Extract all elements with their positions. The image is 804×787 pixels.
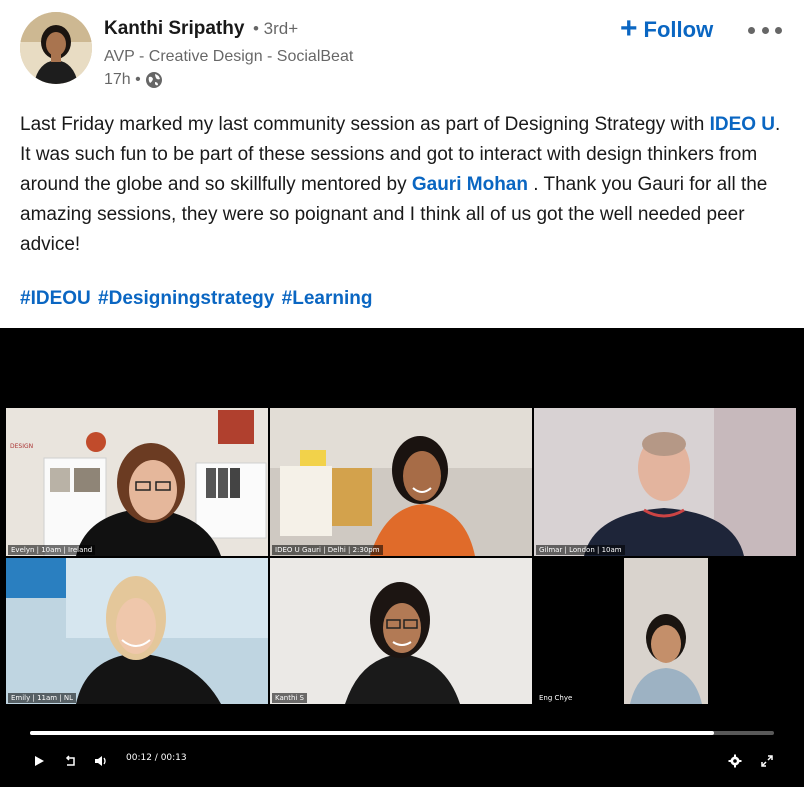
svg-text:DESIGN: DESIGN (10, 443, 33, 450)
participant-label: Kanthi S (272, 693, 307, 703)
post-meta: 17h • (104, 71, 163, 89)
video-call-grid: DESIGN Evelyn | 10am | Ireland IDEO U Ga… (6, 408, 798, 704)
video-controls: 00:12 / 00:13 (0, 746, 804, 776)
participant-label: Gilmar | London | 10am (536, 545, 625, 555)
participant-label: Evelyn | 10am | Ireland (8, 545, 96, 555)
hashtags: #IDEOU #Designingstrategy #Learning (20, 288, 374, 310)
mention-ideo-u[interactable]: IDEO U (710, 114, 775, 135)
video-progress-fill (30, 731, 715, 735)
participant-tile: Emily | 11am | NL (6, 558, 268, 704)
participant-label: Emily | 11am | NL (8, 693, 77, 703)
participant-tile: DESIGN Evelyn | 10am | Ireland (6, 408, 268, 556)
video-time: 00:12 / 00:13 (126, 753, 187, 763)
replay-10-icon[interactable] (60, 750, 82, 772)
hashtag-link[interactable]: #IDEOU (20, 288, 91, 309)
post-text-part: Last Friday marked my last community ses… (20, 114, 710, 135)
follow-button[interactable]: + Follow (620, 11, 714, 46)
participant-label: IDEO U Gauri | Delhi | 2:30pm (272, 545, 383, 555)
more-horizontal-icon[interactable] (748, 18, 782, 42)
post-header: Kanthi Sripathy • 3rd+ AVP - Creative De… (0, 0, 804, 100)
play-icon[interactable] (28, 750, 50, 772)
plus-icon: + (620, 11, 638, 45)
volume-icon[interactable] (90, 750, 112, 772)
participant-tile: Eng Chye (534, 558, 796, 704)
settings-icon[interactable] (724, 750, 746, 772)
fullscreen-icon[interactable] (756, 750, 778, 772)
participant-label: Eng Chye (536, 693, 576, 703)
video-player[interactable]: DESIGN Evelyn | 10am | Ireland IDEO U Ga… (0, 328, 804, 787)
connection-degree: • 3rd+ (253, 19, 299, 38)
video-progress-bar[interactable] (30, 731, 774, 735)
participant-tile: IDEO U Gauri | Delhi | 2:30pm (270, 408, 532, 556)
globe-icon (145, 71, 163, 89)
participant-tile: Gilmar | London | 10am (534, 408, 796, 556)
follow-label: Follow (643, 17, 714, 42)
author-name[interactable]: Kanthi Sripathy (104, 18, 244, 40)
participant-tile: Kanthi S (270, 558, 532, 704)
mention-gauri-mohan[interactable]: Gauri Mohan (412, 174, 528, 195)
post-time: 17h • (104, 71, 141, 88)
post-text: Last Friday marked my last community ses… (20, 110, 790, 260)
author-headline: AVP - Creative Design - SocialBeat (104, 48, 354, 65)
hashtag-link[interactable]: #Designingstrategy (98, 288, 274, 309)
hashtag-link[interactable]: #Learning (282, 288, 373, 309)
author-avatar[interactable] (20, 12, 92, 84)
